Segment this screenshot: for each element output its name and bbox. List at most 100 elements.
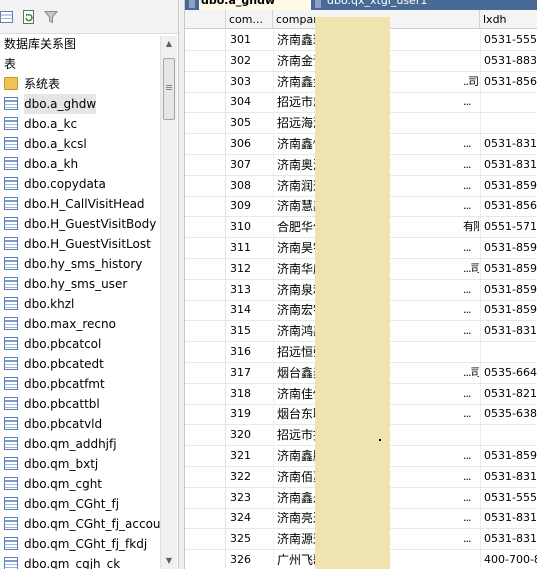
- cell-code[interactable]: 315: [226, 321, 273, 341]
- cell-lxdh[interactable]: 0531-82172: [480, 384, 537, 404]
- cell-code[interactable]: 325: [226, 529, 273, 549]
- row-selector-header[interactable]: [185, 10, 226, 29]
- cell-company-tail[interactable]: ...: [463, 404, 479, 424]
- row-selector[interactable]: [185, 280, 226, 300]
- cell-company-tail[interactable]: ...: [463, 92, 479, 112]
- cell-company-tail[interactable]: ...: [463, 321, 479, 341]
- cell-company-tail[interactable]: ...: [463, 300, 479, 320]
- row-selector[interactable]: [185, 508, 226, 528]
- cell-code[interactable]: 311: [226, 238, 273, 258]
- cell-lxdh[interactable]: 0531-85983: [480, 280, 537, 300]
- cell-code[interactable]: 317: [226, 363, 273, 383]
- filter-icon[interactable]: [44, 10, 58, 24]
- cell-company-tail[interactable]: ...: [463, 488, 479, 508]
- cell-code[interactable]: 313: [226, 280, 273, 300]
- cell-company-tail[interactable]: ...: [463, 508, 479, 528]
- cell-lxdh[interactable]: 0531-85661: [480, 72, 537, 92]
- scrollbar-thumb[interactable]: [163, 58, 175, 120]
- refresh-icon[interactable]: [22, 10, 36, 24]
- cell-company-tail[interactable]: 有限公司: [463, 217, 479, 237]
- scroll-down-arrow-icon[interactable]: ▼: [161, 553, 177, 569]
- cell-code[interactable]: 321: [226, 446, 273, 466]
- row-selector[interactable]: [185, 134, 226, 154]
- row-selector[interactable]: [185, 238, 226, 258]
- row-selector[interactable]: [185, 259, 226, 279]
- row-selector[interactable]: [185, 217, 226, 237]
- cell-code[interactable]: 323: [226, 488, 273, 508]
- explorer-scrollbar[interactable]: ▲ ▼: [160, 36, 177, 569]
- cell-code[interactable]: 301: [226, 30, 273, 50]
- row-selector[interactable]: [185, 176, 226, 196]
- row-selector[interactable]: [185, 384, 226, 404]
- row-selector[interactable]: [185, 92, 226, 112]
- row-selector[interactable]: [185, 529, 226, 549]
- cell-lxdh[interactable]: 400-700-81: [480, 550, 537, 569]
- cell-code[interactable]: 307: [226, 155, 273, 175]
- cell-lxdh[interactable]: 0531-83156: [480, 155, 537, 175]
- tab-a-ghdw[interactable]: dbo.a_ghdw: [199, 0, 311, 10]
- cell-lxdh[interactable]: [480, 425, 537, 445]
- column-header-com[interactable]: com...: [226, 10, 273, 29]
- row-selector[interactable]: [185, 72, 226, 92]
- cell-code[interactable]: 309: [226, 196, 273, 216]
- cell-company-tail[interactable]: ...: [463, 155, 479, 175]
- cell-code[interactable]: 324: [226, 508, 273, 528]
- cell-company-tail[interactable]: ...: [463, 238, 479, 258]
- row-selector[interactable]: [185, 363, 226, 383]
- cell-lxdh[interactable]: 0531-85609: [480, 196, 537, 216]
- pane-splitter[interactable]: [178, 0, 185, 569]
- row-selector[interactable]: [185, 342, 226, 362]
- row-selector[interactable]: [185, 467, 226, 487]
- cell-company-tail[interactable]: ...: [463, 280, 479, 300]
- cell-lxdh[interactable]: 0531-83152: [480, 467, 537, 487]
- cell-company-tail[interactable]: ...司: [463, 259, 479, 279]
- cell-company-tail[interactable]: ...: [463, 467, 479, 487]
- cell-company-tail[interactable]: ...: [463, 176, 479, 196]
- cell-lxdh[interactable]: 0531-88330: [480, 51, 537, 71]
- cell-code[interactable]: 305: [226, 113, 273, 133]
- cell-code[interactable]: 318: [226, 384, 273, 404]
- row-selector[interactable]: [185, 550, 226, 569]
- cell-company-tail[interactable]: ...司: [463, 363, 479, 383]
- cell-lxdh[interactable]: 0531-83156: [480, 134, 537, 154]
- cell-code[interactable]: 319: [226, 404, 273, 424]
- cell-lxdh[interactable]: [480, 92, 537, 112]
- cell-lxdh[interactable]: 0535-63881: [480, 404, 537, 424]
- cell-code[interactable]: 312: [226, 259, 273, 279]
- cell-lxdh[interactable]: 0535-66460: [480, 363, 537, 383]
- cell-code[interactable]: 306: [226, 134, 273, 154]
- cell-code[interactable]: 308: [226, 176, 273, 196]
- cell-lxdh[interactable]: 0531-83157: [480, 529, 537, 549]
- cell-code[interactable]: 320: [226, 425, 273, 445]
- cell-code[interactable]: 304: [226, 92, 273, 112]
- row-selector[interactable]: [185, 321, 226, 341]
- cell-lxdh[interactable]: 0531-55552: [480, 488, 537, 508]
- cell-lxdh[interactable]: 0531-85971: [480, 259, 537, 279]
- row-selector[interactable]: [185, 404, 226, 424]
- row-selector[interactable]: [185, 425, 226, 445]
- cell-code[interactable]: 316: [226, 342, 273, 362]
- cell-code[interactable]: 302: [226, 51, 273, 71]
- cell-company-tail[interactable]: ...: [463, 134, 479, 154]
- row-selector[interactable]: [185, 300, 226, 320]
- cell-lxdh[interactable]: 0531-85963: [480, 300, 537, 320]
- row-selector[interactable]: [185, 30, 226, 50]
- row-selector[interactable]: [185, 155, 226, 175]
- cell-lxdh[interactable]: 0551-57169: [480, 217, 537, 237]
- cell-code[interactable]: 322: [226, 467, 273, 487]
- cell-lxdh[interactable]: [480, 342, 537, 362]
- column-header-lxdh[interactable]: lxdh: [480, 10, 537, 29]
- cell-company-tail[interactable]: ..司: [463, 72, 479, 92]
- cell-code[interactable]: 303: [226, 72, 273, 92]
- cell-lxdh[interactable]: 0531-55552: [480, 30, 537, 50]
- row-selector[interactable]: [185, 196, 226, 216]
- cell-company-tail[interactable]: ...: [463, 446, 479, 466]
- cell-code[interactable]: 326: [226, 550, 273, 569]
- tab-qx-xtgl-user1[interactable]: dbo.qx_xtgl_user1: [325, 0, 537, 10]
- cell-lxdh[interactable]: 0531-83158: [480, 321, 537, 341]
- row-selector[interactable]: [185, 488, 226, 508]
- cell-lxdh[interactable]: 0531-85988: [480, 238, 537, 258]
- scroll-up-arrow-icon[interactable]: ▲: [161, 36, 177, 52]
- cell-company-tail[interactable]: ...: [463, 529, 479, 549]
- cell-lxdh[interactable]: 0531-83153: [480, 508, 537, 528]
